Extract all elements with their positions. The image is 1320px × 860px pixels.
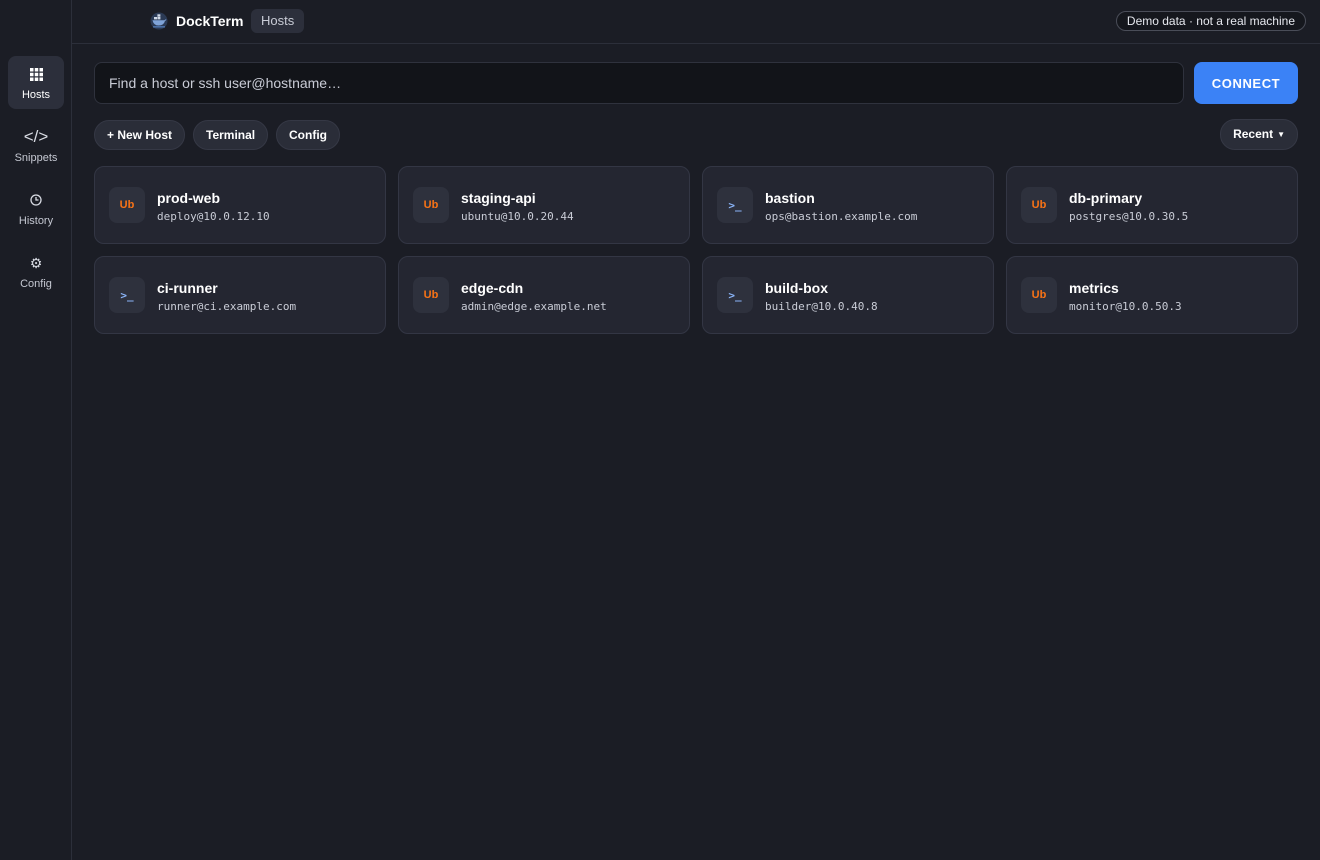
host-search-box[interactable]: [94, 62, 1184, 104]
ubuntu-icon: Ub: [413, 187, 449, 223]
host-card[interactable]: >_ build-box builder@10.0.40.8: [702, 256, 994, 334]
host-name: metrics: [1069, 280, 1119, 296]
new-host-button[interactable]: + New Host: [94, 120, 186, 150]
host-address: ubuntu@10.0.20.44: [461, 210, 574, 223]
terminal-icon: >_: [717, 187, 753, 223]
whale-logo-icon: [150, 12, 168, 30]
ubuntu-icon: Ub: [1021, 277, 1057, 313]
host-card[interactable]: Ub edge-cdn admin@edge.example.net: [398, 256, 690, 334]
host-address: deploy@10.0.12.10: [157, 210, 270, 223]
ubuntu-icon: Ub: [109, 187, 145, 223]
host-name: build-box: [765, 280, 828, 296]
host-card[interactable]: Ub db-primary postgres@10.0.30.5: [1006, 166, 1298, 244]
terminal-icon: >_: [717, 277, 753, 313]
terminal-button[interactable]: Terminal: [193, 120, 269, 150]
app-root: Hosts </> Snippets History ⚙ Config Dock…: [0, 0, 1320, 860]
host-card[interactable]: Ub staging-api ubuntu@10.0.20.44: [398, 166, 690, 244]
sidebar-item-label: Hosts: [21, 89, 51, 101]
host-card[interactable]: >_ ci-runner runner@ci.example.com: [94, 256, 386, 334]
host-name: db-primary: [1069, 190, 1143, 206]
grid-icon: [29, 64, 43, 84]
top-bar: DockTerm Hosts Demo data · not a real ma…: [72, 0, 1320, 44]
host-address: postgres@10.0.30.5: [1069, 210, 1189, 223]
terminal-icon: >_: [109, 277, 145, 313]
sort-dropdown[interactable]: Recent ▼: [1220, 119, 1298, 150]
host-card[interactable]: >_ bastion ops@bastion.example.com: [702, 166, 994, 244]
host-address: builder@10.0.40.8: [765, 300, 878, 313]
host-grid: Ub prod-web deploy@10.0.12.10 Ub staging…: [94, 166, 1298, 334]
host-name: ci-runner: [157, 280, 218, 296]
sidebar-item-label: History: [18, 215, 54, 227]
gear-icon: ⚙: [29, 255, 43, 271]
breadcrumb[interactable]: Hosts: [251, 9, 305, 33]
sort-label: Recent: [1233, 127, 1274, 141]
search-input[interactable]: [109, 75, 1169, 91]
host-address: ops@bastion.example.com: [765, 210, 918, 223]
host-card[interactable]: Ub prod-web deploy@10.0.12.10: [94, 166, 386, 244]
code-icon: </>: [23, 127, 49, 146]
host-address: admin@edge.example.net: [461, 300, 607, 313]
connect-button[interactable]: CONNECT: [1194, 62, 1298, 104]
host-address: runner@ci.example.com: [157, 300, 297, 313]
sidebar-item-label: Config: [20, 278, 52, 290]
host-name: bastion: [765, 190, 815, 206]
host-name: staging-api: [461, 190, 536, 206]
sidebar-item-label: Snippets: [14, 152, 58, 164]
clock-icon: [30, 190, 42, 210]
chevron-down-icon: ▼: [1277, 130, 1285, 139]
sidebar-item-hosts[interactable]: Hosts: [8, 56, 64, 109]
ubuntu-icon: Ub: [413, 277, 449, 313]
demo-data-badge: Demo data · not a real machine: [1115, 11, 1306, 31]
sidebar-item-snippets[interactable]: </> Snippets: [8, 119, 64, 172]
sidebar-item-history[interactable]: History: [8, 182, 64, 235]
sidebar-item-config[interactable]: ⚙ Config: [8, 245, 64, 298]
host-address: monitor@10.0.50.3: [1069, 300, 1182, 313]
host-name: edge-cdn: [461, 280, 524, 296]
host-name: prod-web: [157, 190, 220, 206]
app-title: DockTerm: [176, 13, 244, 29]
config-button[interactable]: Config: [276, 120, 340, 150]
host-card[interactable]: Ub metrics monitor@10.0.50.3: [1006, 256, 1298, 334]
ubuntu-icon: Ub: [1021, 187, 1057, 223]
sidebar: Hosts </> Snippets History ⚙ Config: [0, 0, 72, 860]
